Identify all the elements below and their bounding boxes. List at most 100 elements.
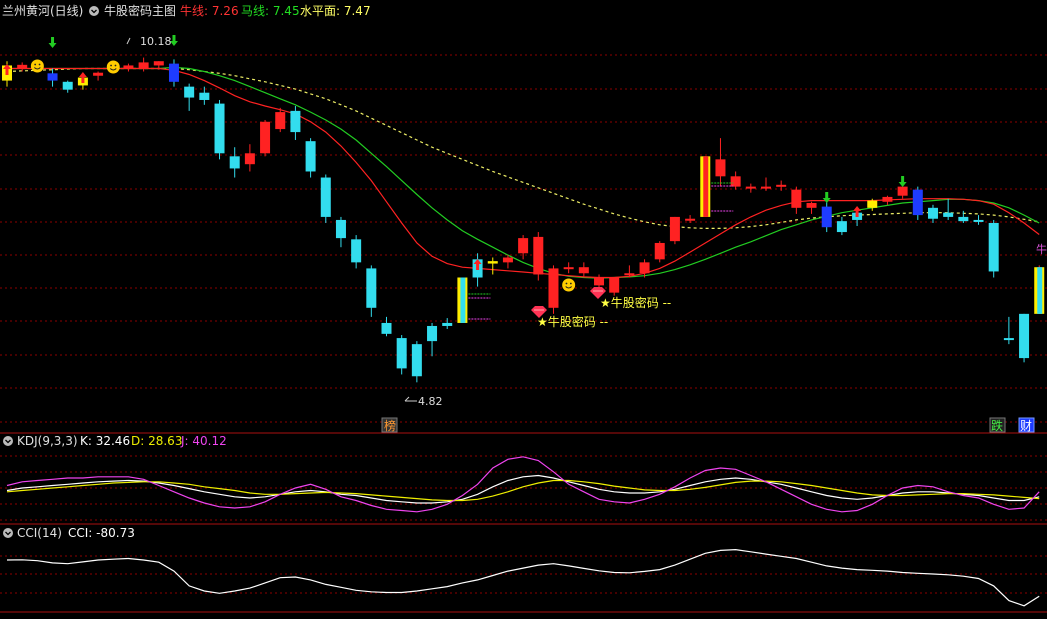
niu-line-value: 牛线: 7.26 [180,3,239,18]
candle-body [320,177,331,217]
candle [988,219,999,278]
svg-text:财: 财 [1020,419,1032,433]
candle-body [685,218,696,221]
candle [457,277,468,323]
kdj-d-value: D: 28.63 [131,434,182,448]
candle-body [366,268,377,308]
candle-body [761,186,771,189]
candle-body [988,222,999,272]
candle-body [442,322,453,326]
candle-body [867,200,878,208]
chart-stage: 10.18 4.82 ★牛股密码 -- ★牛股密码 -- 榜 跌 财 牛 兰州黄… [0,0,1047,615]
candle [411,341,422,383]
candle-body [958,216,969,222]
cci-value: CCI: -80.73 [68,526,135,540]
badge-cai: 财 [1018,417,1035,433]
candle [214,99,225,160]
candle-body [518,238,529,254]
candle-body [123,65,134,69]
candle-body [168,63,179,82]
svg-text:榜: 榜 [384,418,396,433]
candle-body [943,212,954,217]
candle [260,119,271,157]
candle-body [836,221,847,233]
candle-body [912,189,923,216]
candle-body [578,267,589,274]
candle-body [396,338,407,369]
candle-body [260,121,271,154]
cci-menu-icon[interactable] [3,528,13,538]
candle [654,241,665,263]
candle-body [715,159,726,177]
candle-body [806,202,817,208]
candle-body [275,112,286,130]
candle [1019,313,1030,363]
candle-body [62,81,73,90]
candle-body [199,92,210,100]
candle-body [730,176,741,187]
candle-body [791,189,802,208]
candle [320,174,331,223]
candle-body [17,64,28,69]
candle-body [335,219,346,239]
candle-body [639,262,650,274]
signal-text-2: ★牛股密码 -- [600,295,671,310]
candle-body [229,156,240,169]
candle-body [487,261,498,264]
edge-label: 牛 [1036,242,1047,256]
candle-body [927,207,938,219]
candle-body [624,273,635,276]
candle [1034,265,1045,314]
candle-body [897,186,908,196]
candle-body [973,219,984,222]
candle-body [745,186,756,189]
symbol-title: 兰州黄河(日线) [2,4,83,18]
kdj-k-value: K: 32.46 [80,434,130,448]
candle-body [411,344,422,377]
signal-text-1: ★牛股密码 -- [537,314,608,329]
indicator-name: 牛股密码主图 [104,3,176,18]
kdj-j-value: J: 40.12 [180,434,227,448]
candle-body [882,196,893,202]
smiley-icon [30,59,44,73]
candle [700,156,711,217]
candle-body-inner [1037,267,1043,314]
candle [669,216,680,245]
candle-body [244,153,255,165]
candle-body [1003,338,1014,341]
candle-body [609,277,620,293]
candle [912,186,923,220]
high-price-label: 10.18 [140,35,172,48]
cci-header: CCI(14) CCI: -80.73 [3,526,135,540]
svg-text:跌: 跌 [991,418,1003,433]
candle-body [47,73,58,81]
kdj-menu-icon[interactable] [3,436,13,446]
cci-name: CCI(14) [17,526,62,540]
candle-body [654,242,665,260]
indicator-menu-icon[interactable] [89,6,99,16]
stock-chart[interactable]: 10.18 4.82 ★牛股密码 -- ★牛股密码 -- 榜 跌 财 牛 兰州黄… [0,0,1047,615]
low-price-label: 4.82 [418,395,443,408]
candle [548,265,559,314]
candle-body-inner [460,277,466,323]
candle-body [776,184,787,187]
candle-body [669,216,680,242]
candle-body [138,62,149,69]
candle-body [594,277,605,286]
candle-body [290,110,301,133]
badge-bang: 榜 [381,417,398,433]
candle-body [502,257,513,263]
candle-body [1019,313,1030,359]
candle-body [93,72,104,76]
candle-body [305,141,316,172]
candle-body [351,239,362,263]
kdj-name: KDJ(9,3,3) [17,434,78,448]
candle-body-inner [703,156,709,217]
ma-line-value: 马线: 7.45 [241,4,300,18]
candle-body [821,206,832,228]
candle-body [153,61,164,66]
level-line-value: 水平面: 7.47 [300,4,371,18]
candle [533,232,544,281]
candle-body [548,268,559,308]
badge-die: 跌 [989,417,1006,433]
